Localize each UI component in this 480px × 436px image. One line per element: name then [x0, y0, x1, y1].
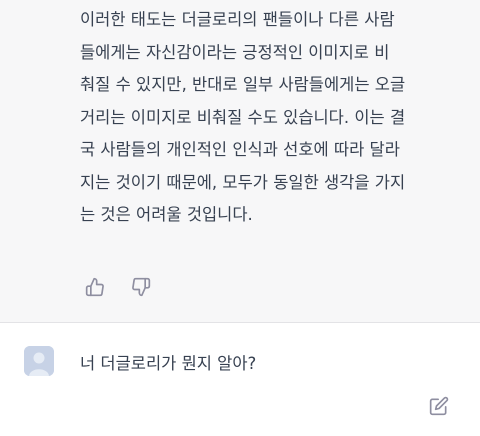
- user-avatar-icon: [24, 346, 54, 376]
- assistant-line: 이러한 태도는 더글로리의 팬들이나 다른 사람: [80, 10, 395, 29]
- assistant-line: 춰질 수 있지만, 반대로 일부 사람들에게는 오글: [80, 75, 406, 94]
- thumbs-up-icon: [85, 277, 104, 297]
- assistant-line: 는 것은 어려울 것입니다.: [80, 205, 253, 224]
- user-message: 너 더글로리가 뭔지 알아?: [0, 323, 480, 436]
- thumbs-down-icon: [132, 277, 151, 297]
- assistant-message-text: 이러한 태도는 더글로리의 팬들이나 다른 사람 들에게는 자신감이라는 긍정적…: [80, 4, 472, 232]
- assistant-message: 이러한 태도는 더글로리의 팬들이나 다른 사람 들에게는 자신감이라는 긍정적…: [0, 0, 480, 322]
- assistant-line: 거리는 이미지로 비춰질 수도 있습니다. 이는 결: [80, 107, 406, 127]
- assistant-line: 지는 것이기 때문에, 모두가 동일한 생각을 가지: [80, 172, 406, 192]
- feedback-buttons: [82, 274, 154, 300]
- thumbs-up-button[interactable]: [82, 274, 108, 300]
- chat-page: 이러한 태도는 더글로리의 팬들이나 다른 사람 들에게는 자신감이라는 긍정적…: [0, 0, 480, 436]
- assistant-line: 들에게는 자신감이라는 긍정적인 이미지로 비: [80, 42, 390, 62]
- avatar: [24, 346, 54, 376]
- user-message-text: 너 더글로리가 뭔지 알아?: [80, 354, 257, 373]
- thumbs-down-button[interactable]: [128, 274, 154, 300]
- assistant-line: 국 사람들의 개인적인 인식과 선호에 따라 달라: [80, 140, 400, 159]
- edit-message-button[interactable]: [427, 394, 451, 418]
- edit-icon: [429, 396, 449, 416]
